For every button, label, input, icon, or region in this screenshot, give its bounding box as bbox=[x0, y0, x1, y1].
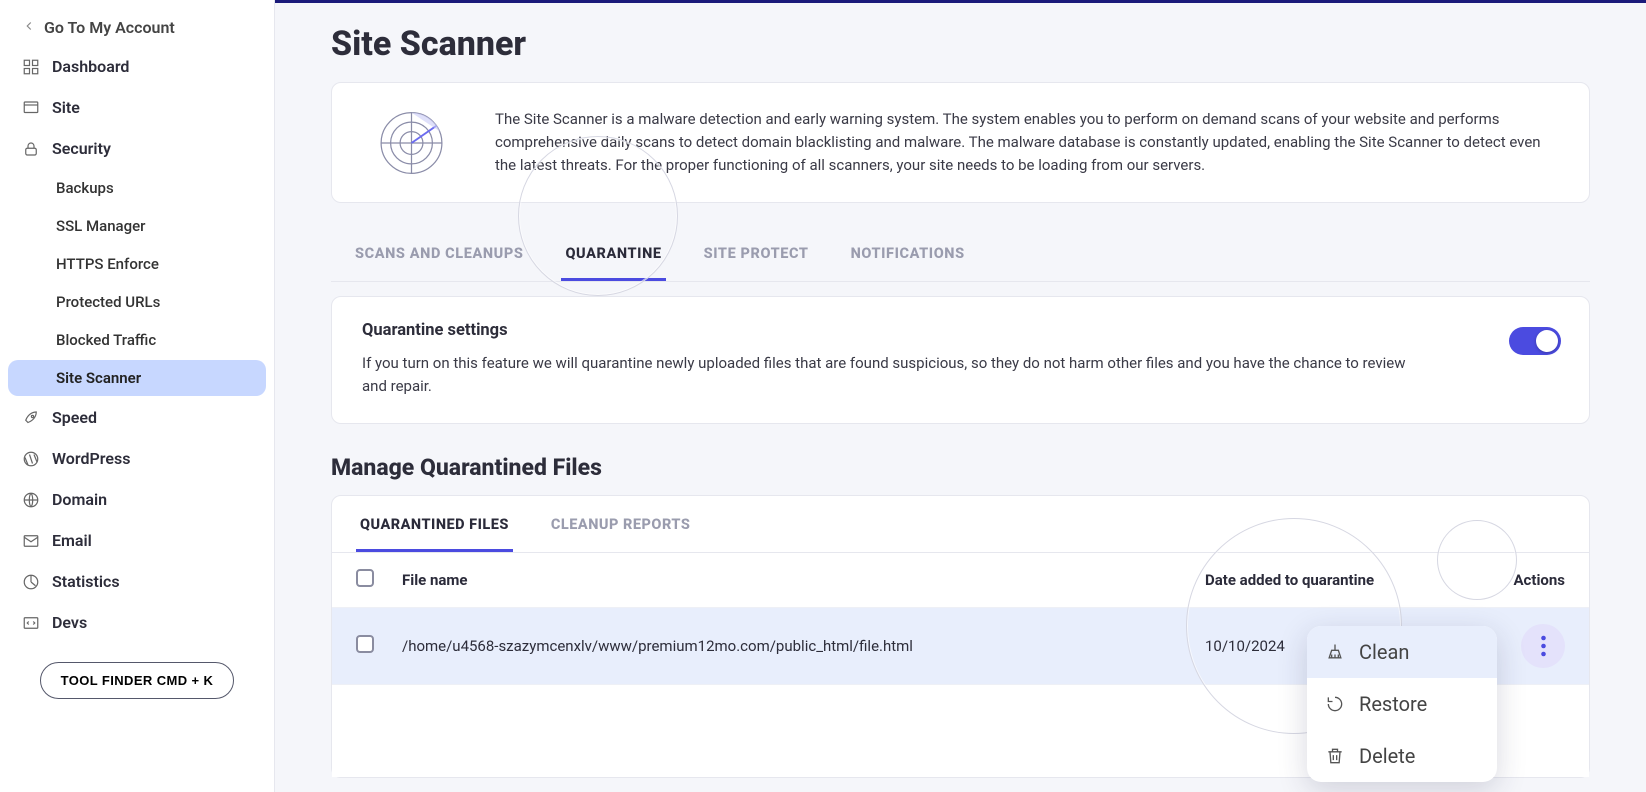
sidebar-item-domain[interactable]: Domain bbox=[8, 480, 266, 519]
scanner-tabs: SCANS AND CLEANUPS QUARANTINE SITE PROTE… bbox=[331, 227, 1590, 282]
menu-delete[interactable]: Delete bbox=[1307, 730, 1497, 782]
sidebar-item-label: WordPress bbox=[52, 449, 130, 468]
col-date: Date added to quarantine bbox=[1205, 571, 1445, 589]
quarantine-toggle[interactable] bbox=[1509, 327, 1561, 355]
sidebar-item-label: Speed bbox=[52, 408, 97, 427]
sidebar-item-label: Dashboard bbox=[52, 57, 129, 76]
sidebar-sub-https-enforce[interactable]: HTTPS Enforce bbox=[8, 246, 266, 282]
subtab-quarantined-files[interactable]: QUARANTINED FILES bbox=[356, 496, 513, 552]
broom-icon bbox=[1325, 642, 1345, 662]
table-row: /home/u4568-szazymcenxlv/www/premium12mo… bbox=[332, 608, 1589, 685]
main-content: Site Scanner The Site Scanner is a malwa… bbox=[275, 0, 1646, 792]
sidebar-sub-site-scanner[interactable]: Site Scanner bbox=[8, 360, 266, 396]
undo-icon bbox=[1325, 694, 1345, 714]
mail-icon bbox=[22, 532, 40, 550]
tool-finder-button[interactable]: TOOL FINDER CMD + K bbox=[40, 662, 235, 699]
sidebar-sub-protected-urls[interactable]: Protected URLs bbox=[8, 284, 266, 320]
row-actions-button[interactable] bbox=[1521, 624, 1565, 668]
files-subtabs: QUARANTINED FILES CLEANUP REPORTS bbox=[332, 496, 1589, 553]
files-card: QUARANTINED FILES CLEANUP REPORTS File n… bbox=[331, 495, 1590, 778]
sidebar-item-security[interactable]: Security bbox=[8, 129, 266, 168]
info-card: The Site Scanner is a malware detection … bbox=[331, 82, 1590, 203]
sidebar-item-label: Security bbox=[52, 139, 111, 158]
sidebar-sub-blocked-traffic[interactable]: Blocked Traffic bbox=[8, 322, 266, 358]
code-icon bbox=[22, 614, 40, 632]
sidebar-item-label: Email bbox=[52, 531, 92, 550]
arrow-left-icon bbox=[22, 18, 36, 37]
col-actions: Actions bbox=[1445, 571, 1565, 589]
sidebar-item-wordpress[interactable]: WordPress bbox=[8, 439, 266, 478]
go-to-my-account[interactable]: Go To My Account bbox=[8, 10, 266, 45]
menu-restore[interactable]: Restore bbox=[1307, 678, 1497, 730]
grid-icon bbox=[22, 58, 40, 76]
sidebar-item-label: Devs bbox=[52, 613, 87, 632]
rocket-icon bbox=[22, 409, 40, 427]
sidebar-item-label: Domain bbox=[52, 490, 107, 509]
sidebar-item-label: Site bbox=[52, 98, 80, 117]
sidebar-sub-ssl-manager[interactable]: SSL Manager bbox=[8, 208, 266, 244]
row-checkbox[interactable] bbox=[356, 635, 374, 653]
select-all-checkbox[interactable] bbox=[356, 569, 374, 587]
col-file-name: File name bbox=[402, 571, 1205, 589]
wordpress-icon bbox=[22, 450, 40, 468]
files-table-header: File name Date added to quarantine Actio… bbox=[332, 553, 1589, 608]
sidebar-item-devs[interactable]: Devs bbox=[8, 603, 266, 642]
sidebar-item-speed[interactable]: Speed bbox=[8, 398, 266, 437]
info-text: The Site Scanner is a malware detection … bbox=[495, 108, 1557, 178]
tab-site-protect[interactable]: SITE PROTECT bbox=[700, 227, 813, 281]
sidebar: Go To My Account Dashboard Site Security… bbox=[0, 0, 275, 792]
sidebar-item-label: Statistics bbox=[52, 572, 120, 591]
sidebar-item-email[interactable]: Email bbox=[8, 521, 266, 560]
trash-icon bbox=[1325, 746, 1345, 766]
quarantine-settings-desc: If you turn on this feature we will quar… bbox=[362, 352, 1422, 399]
subtab-cleanup-reports[interactable]: CLEANUP REPORTS bbox=[547, 496, 694, 552]
tab-quarantine[interactable]: QUARANTINE bbox=[561, 227, 665, 281]
tab-scans-and-cleanups[interactable]: SCANS AND CLEANUPS bbox=[351, 227, 527, 281]
sidebar-item-site[interactable]: Site bbox=[8, 88, 266, 127]
quarantine-settings-heading: Quarantine settings bbox=[362, 321, 1559, 340]
sidebar-item-statistics[interactable]: Statistics bbox=[8, 562, 266, 601]
manage-heading: Manage Quarantined Files bbox=[331, 454, 1590, 481]
site-icon bbox=[22, 99, 40, 117]
globe-icon bbox=[22, 491, 40, 509]
row-actions-menu: Clean Restore Delete bbox=[1307, 626, 1497, 782]
tab-notifications[interactable]: NOTIFICATIONS bbox=[847, 227, 969, 281]
sidebar-item-dashboard[interactable]: Dashboard bbox=[8, 47, 266, 86]
radar-icon bbox=[364, 105, 459, 180]
lock-icon bbox=[22, 140, 40, 158]
quarantine-settings-card: Quarantine settings If you turn on this … bbox=[331, 296, 1590, 424]
page-title: Site Scanner bbox=[331, 24, 1590, 64]
back-label: Go To My Account bbox=[44, 18, 175, 37]
menu-clean[interactable]: Clean bbox=[1307, 626, 1497, 678]
sidebar-sub-backups[interactable]: Backups bbox=[8, 170, 266, 206]
chart-icon bbox=[22, 573, 40, 591]
row-file-name: /home/u4568-szazymcenxlv/www/premium12mo… bbox=[402, 637, 1205, 655]
